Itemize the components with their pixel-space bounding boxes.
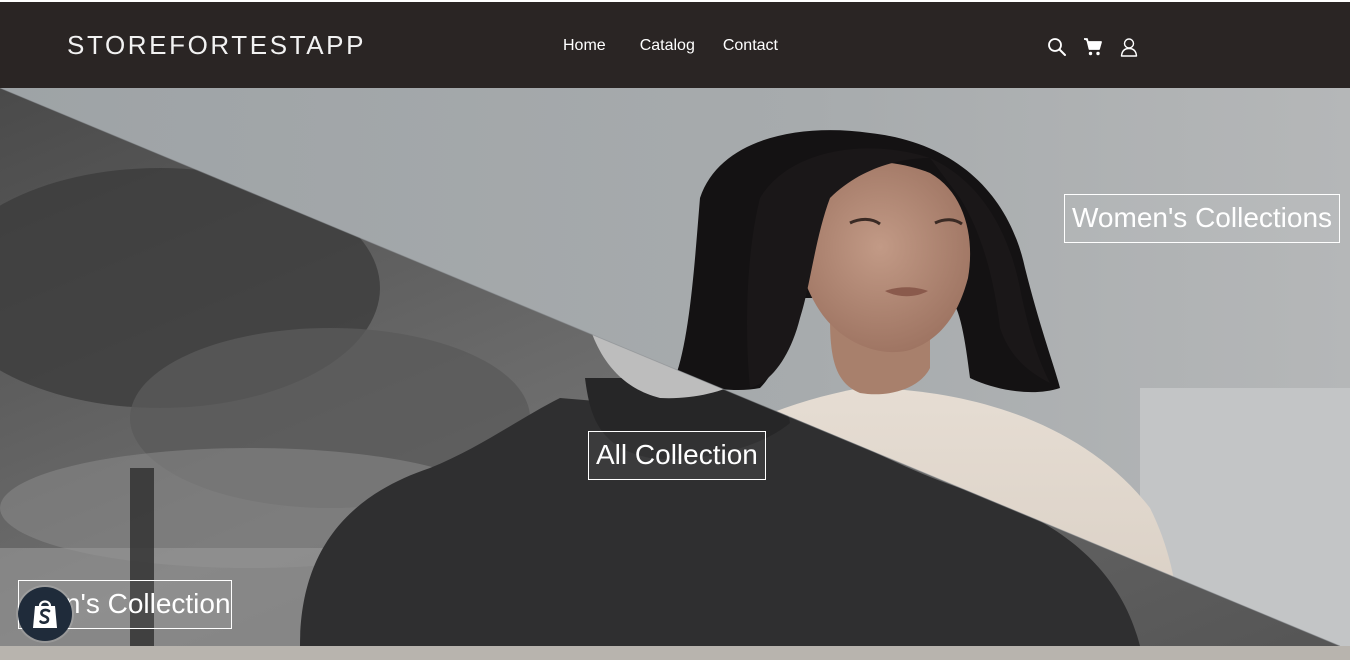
hero-banner: Women's Collections All Collection bbox=[0, 88, 1350, 646]
page-content-edge bbox=[0, 646, 1350, 660]
hero-image bbox=[0, 88, 1350, 646]
nav-catalog[interactable]: Catalog bbox=[621, 36, 708, 56]
store-logo[interactable]: STOREFORTESTAPP bbox=[67, 30, 366, 60]
nav-contact[interactable]: Contact bbox=[708, 36, 793, 56]
site-header: STOREFORTESTAPP Home Catalog Contact bbox=[0, 0, 1350, 88]
all-collection-link[interactable]: All Collection bbox=[588, 431, 766, 480]
main-nav: Home Catalog Contact bbox=[548, 36, 793, 56]
page: STOREFORTESTAPP Home Catalog Contact Wom… bbox=[0, 0, 1350, 660]
cart-icon[interactable] bbox=[1082, 36, 1104, 58]
header-icons bbox=[1046, 36, 1154, 58]
account-icon[interactable] bbox=[1118, 36, 1140, 58]
womens-collection-link[interactable]: Women's Collections bbox=[1064, 194, 1341, 243]
search-icon[interactable] bbox=[1046, 36, 1068, 58]
nav-home[interactable]: Home bbox=[548, 36, 621, 56]
shopify-bag-icon[interactable] bbox=[18, 587, 72, 641]
